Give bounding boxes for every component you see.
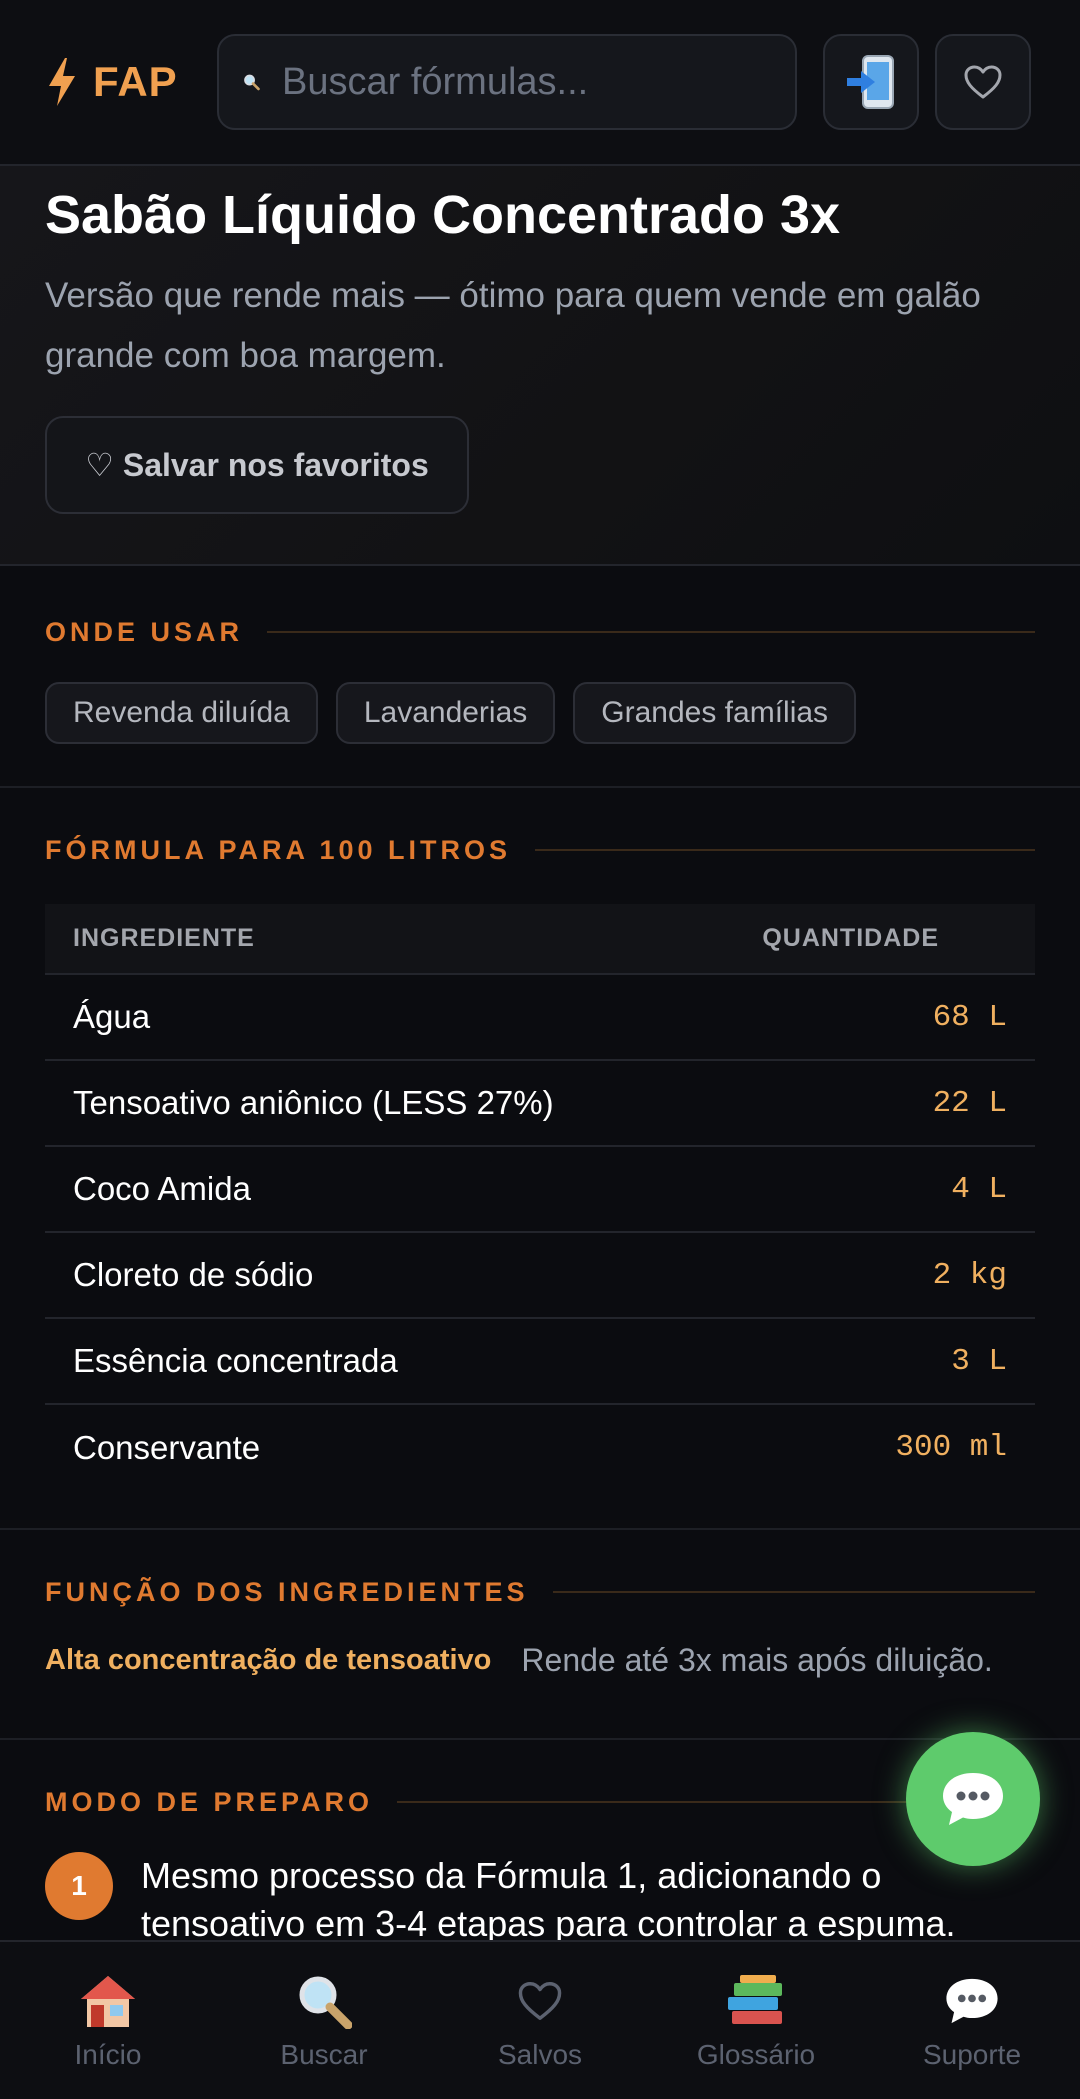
section-heading: MODO DE PREPARO (45, 1782, 1035, 1822)
formula-title: FÓRMULA PARA 100 LITROS (45, 834, 512, 865)
ingredient-quantity: 300 ml (895, 1430, 1007, 1465)
lightning-bolt-icon (49, 58, 75, 106)
table-row: Tensoativo aniônico (LESS 27%) 22 L (45, 1060, 1035, 1147)
ingredient-quantity: 22 L (679, 1060, 1035, 1147)
top-bar: FAP (0, 0, 1080, 166)
function-name: Alta concentração de tensoativo (45, 1644, 492, 1676)
usage-title: ONDE USAR (45, 616, 244, 647)
ingredient-name: Coco Amida (45, 1146, 680, 1233)
brand-logo[interactable]: FAP (45, 58, 217, 106)
step-text: Mesmo processo da Fórmula 1, adicionando… (141, 1855, 956, 1940)
mobile-arrow-icon (847, 55, 894, 109)
nav-item-inicio[interactable]: Início (0, 1942, 216, 2099)
chat-bubble-icon (943, 1773, 1003, 1825)
section-heading: FUNÇÃO DOS INGREDIENTES (45, 1572, 1035, 1612)
formula-description: Versão que rende mais — ótimo para quem … (45, 276, 981, 375)
functions-section: FUNÇÃO DOS INGREDIENTES Alta concentraçã… (0, 1530, 1080, 1740)
chat-bubble-icon (942, 1971, 1002, 2031)
section-divider (267, 631, 1035, 633)
page-title: Sabão Líquido Concentrado 3x (45, 185, 841, 245)
ingredients-table: INGREDIENTE QUANTIDADE Água 68 L Tensoat… (45, 904, 1035, 1490)
app-screen: FAP Sabão Líquido Concentrado 3x Versão … (0, 0, 1080, 2099)
books-icon (726, 1971, 786, 2031)
table-row: Essência concentrada 3 L (45, 1318, 1035, 1405)
ingredient-quantity: 3 L (679, 1318, 1035, 1405)
chat-support-button[interactable] (906, 1732, 1040, 1866)
usage-tags: Revenda diluída Lavanderias Grandes famí… (45, 682, 1035, 744)
house-icon (78, 1971, 138, 2031)
section-heading: ONDE USAR (45, 612, 1035, 652)
table-header-row: INGREDIENTE QUANTIDADE (45, 904, 1035, 975)
bottom-navigation: Início Buscar Salvos Glossário Suporte (0, 1940, 1080, 2099)
column-header-quantity: QUANTIDADE (679, 904, 1035, 975)
step-number: 1 (45, 1852, 113, 1920)
heart-outline-icon (964, 65, 1002, 99)
usage-tag[interactable]: Grandes famílias (573, 682, 857, 744)
section-heading: FÓRMULA PARA 100 LITROS (45, 830, 1035, 870)
ingredient-name: Cloreto de sódio (45, 1232, 680, 1319)
ingredient-quantity: 4 L (679, 1146, 1035, 1233)
preparation-title: MODO DE PREPARO (45, 1786, 374, 1817)
functions-title: FUNÇÃO DOS INGREDIENTES (45, 1576, 529, 1607)
nav-item-salvos[interactable]: Salvos (432, 1942, 648, 2099)
table-row: Conservante 300 ml (45, 1404, 1035, 1490)
install-app-button[interactable] (823, 34, 919, 130)
search-icon (244, 74, 260, 91)
nav-label: Salvos (497, 2038, 583, 2070)
column-header-ingredient: INGREDIENTE (45, 904, 680, 975)
formula-section: FÓRMULA PARA 100 LITROS INGREDIENTE QUAN… (0, 788, 1080, 1530)
nav-label: Suporte (922, 2038, 1022, 2070)
usage-section: ONDE USAR Revenda diluída Lavanderias Gr… (0, 566, 1080, 788)
search-box[interactable] (217, 34, 797, 130)
section-divider (535, 849, 1035, 851)
function-item: Alta concentração de tensoativo Rende at… (45, 1642, 1035, 1679)
table-row: Cloreto de sódio 2 kg (45, 1232, 1035, 1319)
heart-icon (510, 1971, 570, 2031)
table-row: Água 68 L (45, 974, 1035, 1061)
nav-item-glossario[interactable]: Glossário (648, 1942, 864, 2099)
ingredient-quantity: 68 L (679, 974, 1035, 1061)
usage-tag[interactable]: Lavanderias (335, 682, 556, 744)
nav-label: Glossário (696, 2038, 816, 2070)
nav-label: Buscar (280, 2038, 368, 2070)
section-divider (552, 1591, 1035, 1593)
preparation-step: 1 Mesmo processo da Fórmula 1, adicionan… (45, 1852, 1035, 1940)
search-input[interactable] (282, 60, 771, 104)
table-row: Coco Amida 4 L (45, 1146, 1035, 1233)
nav-label: Início (74, 2038, 142, 2070)
save-favorite-button[interactable]: ♡ Salvar nos favoritos (45, 416, 469, 514)
ingredient-quantity: 2 kg (679, 1232, 1035, 1319)
ingredient-name: Tensoativo aniônico (LESS 27%) (45, 1060, 680, 1147)
favorites-button[interactable] (935, 34, 1031, 130)
usage-tag[interactable]: Revenda diluída (45, 682, 318, 744)
ingredient-name: Essência concentrada (45, 1318, 680, 1405)
function-description: Rende até 3x mais após diluição. (521, 1642, 993, 1678)
ingredient-name: Água (45, 974, 680, 1061)
nav-item-suporte[interactable]: Suporte (864, 1942, 1080, 2099)
ingredient-name: Conservante (73, 1428, 261, 1466)
magnifier-icon (294, 1971, 354, 2031)
nav-item-buscar[interactable]: Buscar (216, 1942, 432, 2099)
formula-hero: Sabão Líquido Concentrado 3x Versão que … (0, 166, 1080, 566)
brand-name: FAP (93, 58, 178, 105)
